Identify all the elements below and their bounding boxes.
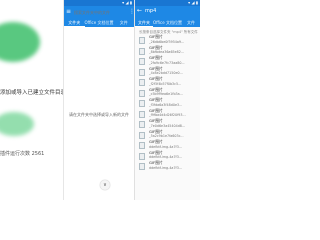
tab-office-locations[interactable]: Office 文档位置 <box>85 18 114 27</box>
left-text-line-2: 插件运行次数 2561 <box>0 151 45 157</box>
file-name: _2fa9c6e7fc73aa80... <box>149 60 185 65</box>
middle-panel: ▾ ◢ ▮ ≡ ⋮ 文件夹 Office 文档位置 文件 请在文件夹中选择或导入… <box>64 0 135 200</box>
file-name: ddefbtf-img-4a7f3... <box>149 144 182 149</box>
list-item[interactable]: GIF图片 ddefbtf-img-4a7f3... <box>135 139 200 151</box>
file-name: _7e0d6e3a45404d8... <box>149 123 186 128</box>
green-blob-decoration <box>0 22 40 62</box>
file-name: _4c8e2bdd7150e0... <box>149 71 183 75</box>
list-item[interactable]: GIF图片 _f9fba4d4d26f20f93... <box>135 108 200 120</box>
file-icon <box>139 58 145 65</box>
file-name: _c5b9f9ea6e1fb3a... <box>149 92 183 96</box>
list-item[interactable]: GIF图片 _f3fda6a3f48d0e3... <box>135 97 200 109</box>
list-item[interactable]: GIF图片 ddefbtf-img-4a7f3... <box>135 150 200 162</box>
list-item[interactable]: GIF图片 _5a2c9b1e7fa603c... <box>135 129 200 141</box>
file-list: 长按条目选择文件夹 "mp4" 所有文件 GIF图片 _26db6be0f3954… <box>135 29 200 172</box>
tab-folders[interactable]: 文件夹 <box>64 18 85 27</box>
search-row: ≡ ⋮ <box>64 6 134 18</box>
file-icon <box>139 100 145 107</box>
title-row: ← mp4 <box>135 6 200 16</box>
list-item[interactable]: GIF图片 _f2f5f4b57f0b3c5... <box>135 76 200 88</box>
tab-bar: 文件夹 Office 文档位置 文件 <box>64 18 134 27</box>
tab-folders-right[interactable]: 文件夹 <box>135 18 154 27</box>
file-icon <box>139 163 145 170</box>
file-icon <box>139 79 145 86</box>
green-blob-decoration-2 <box>0 112 34 136</box>
file-name: _f2f5f4b57f0b3c5... <box>149 81 182 86</box>
file-icon <box>139 131 145 139</box>
file-icon <box>139 121 145 128</box>
list-item[interactable]: GIF图片 _c5b9f9ea6e1fb3a... <box>135 87 200 99</box>
folder-title: mp4 <box>145 8 157 14</box>
file-name: ddefbtf-img-4a7f3... <box>149 165 182 170</box>
file-icon <box>139 152 145 160</box>
file-name: _f3fda6a3f48d0e3... <box>149 102 183 107</box>
chevron-down-fab-icon[interactable]: ∨ <box>100 180 110 190</box>
menu-icon[interactable]: ≡ <box>66 9 71 15</box>
file-icon <box>139 110 145 118</box>
file-name: _8bfbdea36a65e82... <box>149 50 185 54</box>
file-name: _f9fba4d4d26f20f93... <box>149 113 186 117</box>
list-item[interactable]: GIF图片 _4c8e2bdd7150e0... <box>135 66 200 78</box>
left-text-line-1: 添加或导入已建立文件目录 <box>0 90 64 96</box>
list-item[interactable]: GIF图片 _26db6be0f3954a9... <box>135 34 200 46</box>
list-item[interactable]: GIF图片 ddefbtf-img-4a7f3... <box>135 160 200 172</box>
app-bar-right: ▾ ◢ ▮ ← mp4 <box>135 0 200 18</box>
empty-message: 请在文件夹中选择或导入新的文件 <box>69 112 129 117</box>
file-name: _5a2c9b1e7fa603c... <box>149 134 184 138</box>
list-item[interactable]: GIF图片 _8bfbdea36a65e82... <box>135 45 200 57</box>
tab-files[interactable]: 文件 <box>113 18 134 27</box>
search-input[interactable] <box>73 8 128 16</box>
tab-bar-right: 文件夹 Office 文档位置 文件 <box>135 18 200 27</box>
back-arrow-icon[interactable]: ← <box>137 8 142 14</box>
list-item[interactable]: GIF图片 _7e0d6e3a45404d8... <box>135 118 200 130</box>
tab-files-right[interactable]: 文件 <box>182 18 200 27</box>
file-icon <box>139 142 145 149</box>
list-item[interactable]: GIF图片 _2fa9c6e7fc73aa80... <box>135 55 200 67</box>
file-icon <box>139 47 145 55</box>
left-panel: 添加或导入已建立文件目录 插件运行次数 2561 <box>0 0 64 200</box>
file-name: ddefbtf-img-4a7f3... <box>149 155 182 159</box>
app-bar: ▾ ◢ ▮ ≡ ⋮ <box>64 0 134 19</box>
file-icon <box>139 89 145 97</box>
right-panel: ▾ ◢ ▮ ← mp4 文件夹 Office 文档位置 文件 长按条目选择文件夹… <box>135 0 200 200</box>
file-name: _26db6be0f3954a9... <box>149 39 185 44</box>
file-icon <box>139 37 145 44</box>
file-icon <box>139 68 145 76</box>
tab-office-locations-right[interactable]: Office 文档位置 <box>153 18 182 27</box>
